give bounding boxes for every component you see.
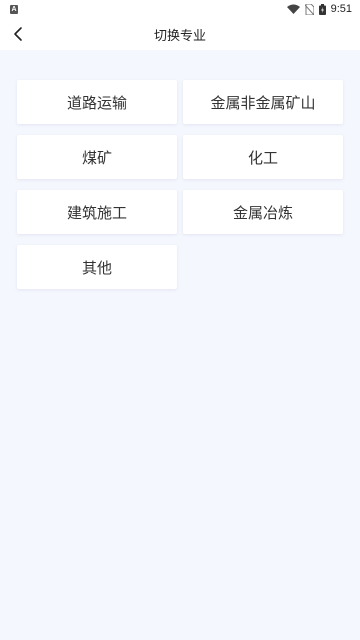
option-metal-nonmetal-mines[interactable]: 金属非金属矿山	[183, 80, 343, 124]
option-coal-mine[interactable]: 煤矿	[17, 135, 177, 179]
wifi-icon	[286, 4, 300, 14]
status-bar: A 9:51	[0, 0, 360, 18]
status-left: A	[10, 4, 18, 14]
status-time: 9:51	[330, 3, 352, 15]
nav-bar: 切换专业	[0, 18, 360, 50]
chevron-left-icon	[14, 27, 22, 41]
app-notification-icon: A	[10, 4, 18, 14]
option-chemical[interactable]: 化工	[183, 135, 343, 179]
specialty-grid: 道路运输 金属非金属矿山 煤矿 化工 建筑施工 金属冶炼 其他	[17, 80, 343, 289]
no-sim-icon	[304, 3, 314, 15]
page-title: 切换专业	[153, 27, 206, 43]
battery-icon	[318, 3, 326, 15]
status-right: 9:51	[286, 3, 352, 15]
option-metal-smelting[interactable]: 金属冶炼	[183, 190, 343, 234]
back-button[interactable]	[6, 22, 30, 46]
option-road-transport[interactable]: 道路运输	[17, 80, 177, 124]
option-construction[interactable]: 建筑施工	[17, 190, 177, 234]
option-other[interactable]: 其他	[17, 245, 177, 289]
